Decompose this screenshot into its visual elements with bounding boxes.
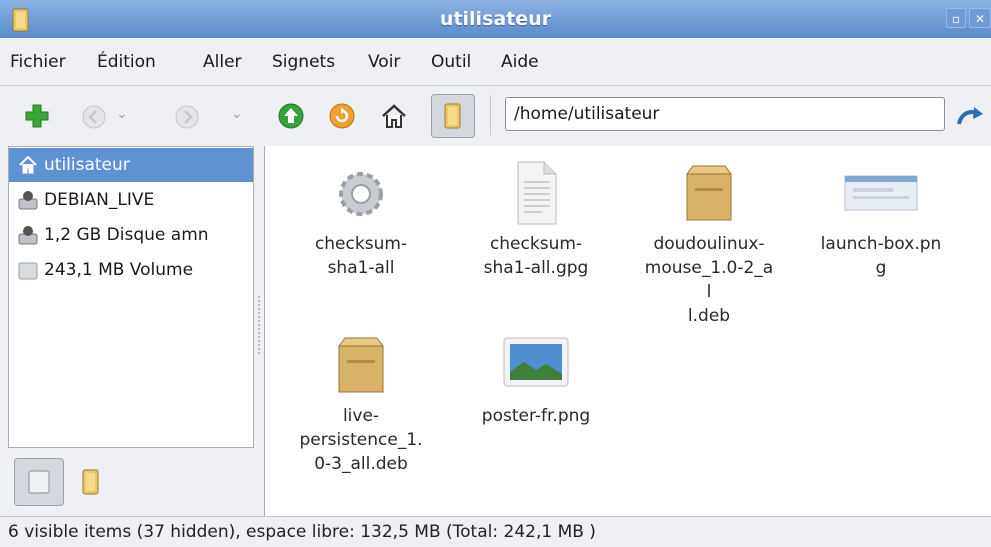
menu-aide[interactable]: Aide: [501, 38, 539, 86]
file-view: checksum- sha1-all checksum- sha1-all.gp…: [264, 146, 991, 516]
file-item[interactable]: live- persistence_1. 0-3_all.deb: [296, 332, 426, 476]
forward-dropdown-icon[interactable]: ⌄: [231, 106, 243, 122]
file-item[interactable]: doudoulinux- mouse_1.0-2_al l.deb: [644, 160, 774, 328]
menu-outil[interactable]: Outil: [431, 38, 471, 86]
gear-file-icon: [339, 172, 383, 216]
back-icon[interactable]: [80, 103, 108, 131]
close-button[interactable]: ✕: [969, 8, 991, 28]
file-name-line: 0-3_all.deb: [314, 454, 408, 474]
menu-aller[interactable]: Aller: [203, 38, 242, 86]
trash-view-button[interactable]: [80, 468, 102, 496]
reload-icon[interactable]: [328, 102, 356, 130]
menu-bar: Fichier Édition Aller Signets Voir Outil…: [0, 38, 991, 86]
sidebar-item-label: utilisateur: [44, 155, 130, 175]
pane-splitter[interactable]: [255, 146, 263, 516]
drive-icon: [28, 470, 50, 494]
text-file-icon: [517, 161, 557, 225]
file-item[interactable]: poster-fr.png: [471, 332, 601, 428]
menu-signets[interactable]: Signets: [272, 38, 335, 86]
status-bar: 6 visible items (37 hidden), espace libr…: [0, 516, 991, 547]
file-name-line: sha1-all: [327, 258, 395, 278]
add-icon[interactable]: [23, 102, 51, 130]
file-name-line: live-: [342, 406, 380, 426]
window-title: utilisateur: [439, 8, 552, 30]
toolbar-separator: [490, 95, 491, 135]
forward-icon[interactable]: [173, 103, 201, 131]
home-icon[interactable]: [379, 101, 409, 131]
sidebar-item-label: 1,2 GB Disque amn: [44, 225, 209, 245]
back-dropdown-icon[interactable]: ⌄: [116, 106, 128, 122]
volume-icon: [18, 262, 38, 280]
file-name-line: poster-fr.png: [481, 406, 591, 426]
trash-icon: [444, 103, 461, 129]
sidebar-item-utilisateur[interactable]: utilisateur: [9, 148, 253, 182]
photo-icon: [503, 337, 569, 387]
home-icon: [19, 155, 37, 174]
location-input[interactable]: [505, 97, 945, 131]
file-name-line: l.deb: [687, 306, 731, 326]
file-name-line: doudoulinux-: [653, 234, 765, 254]
sidebar-item-label: DEBIAN_LIVE: [44, 190, 155, 210]
drive-icon: [18, 191, 38, 210]
file-name-line: checksum-: [314, 234, 408, 254]
status-text: 6 visible items (37 hidden), espace libr…: [8, 522, 596, 542]
menu-voir[interactable]: Voir: [368, 38, 400, 86]
file-item[interactable]: checksum- sha1-all: [296, 160, 426, 280]
sidebar-item-label: 243,1 MB Volume: [44, 260, 194, 280]
package-icon: [686, 165, 732, 221]
maximize-button[interactable]: ▫: [946, 8, 966, 28]
up-icon[interactable]: [277, 102, 305, 130]
file-item[interactable]: checksum- sha1-all.gpg: [471, 160, 601, 280]
menu-fichier[interactable]: Fichier: [10, 38, 66, 86]
places-view-button[interactable]: [14, 458, 64, 506]
drive-icon: [18, 226, 38, 245]
file-name-line: mouse_1.0-2_al: [644, 258, 774, 302]
package-icon: [338, 337, 384, 393]
sidebar-item-debian-live[interactable]: DEBIAN_LIVE: [9, 183, 253, 217]
sidebar-item-volume[interactable]: 243,1 MB Volume: [9, 253, 253, 287]
menu-edition[interactable]: Édition: [97, 38, 156, 86]
sidebar-item-disque[interactable]: 1,2 GB Disque amn: [9, 218, 253, 252]
title-bar[interactable]: utilisateur ▫ ✕: [0, 0, 991, 38]
trash-toggle-button[interactable]: [431, 94, 475, 138]
file-name-line: sha1-all.gpg: [483, 258, 589, 278]
file-item[interactable]: launch-box.png: [816, 160, 946, 280]
file-name-line: persistence_1.: [299, 430, 423, 450]
file-name-line: launch-box.png: [820, 234, 942, 278]
image-icon: [844, 175, 918, 211]
file-name-line: checksum-: [489, 234, 583, 254]
sidebar: utilisateur DEBIAN_LIVE 1,2 GB Disque am…: [8, 146, 254, 448]
go-icon[interactable]: [955, 104, 985, 130]
